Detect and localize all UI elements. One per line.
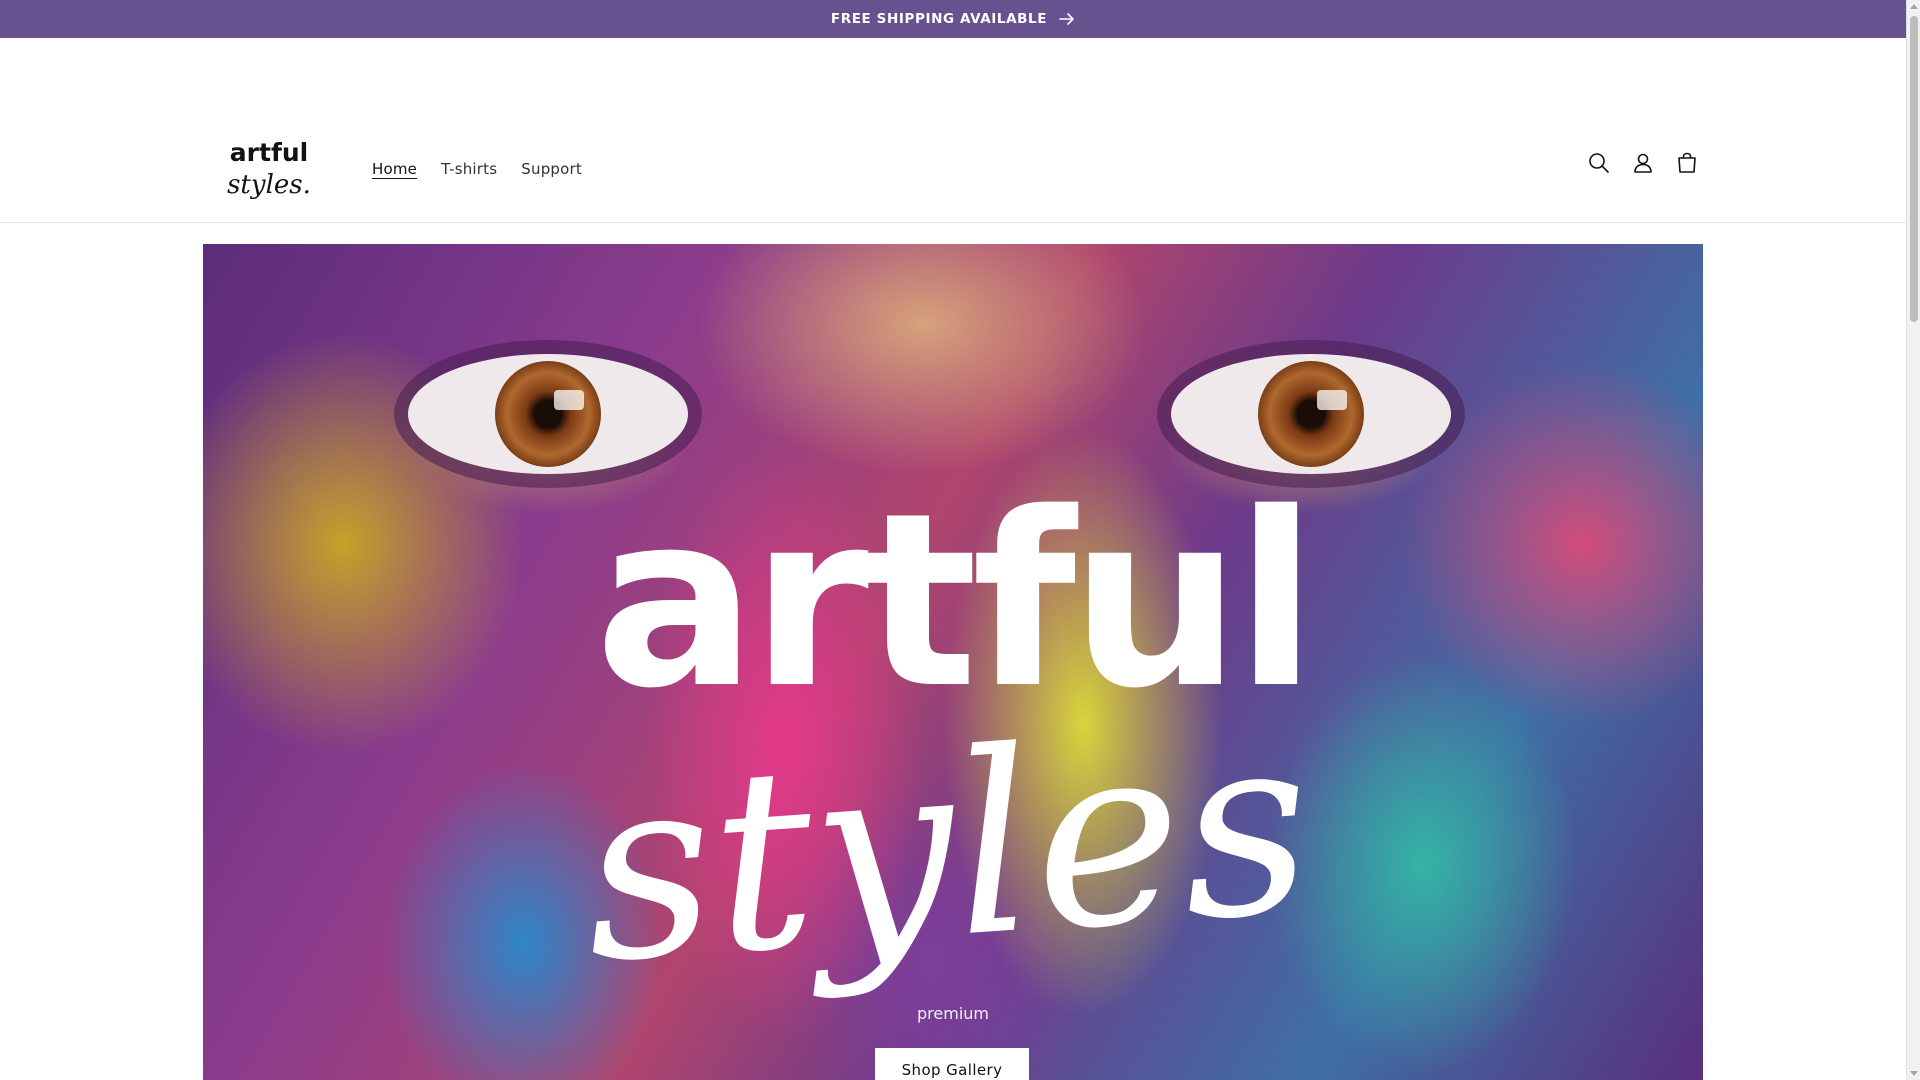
nav-item-support[interactable]: Support: [509, 156, 594, 182]
account-button[interactable]: [1628, 148, 1658, 178]
page: FREE SHIPPING AVAILABLE artful styles. H…: [0, 0, 1906, 1080]
account-icon: [1634, 153, 1652, 173]
search-button[interactable]: [1584, 148, 1614, 178]
nav-item-home[interactable]: Home: [372, 156, 429, 182]
scroll-down-icon[interactable]: [1910, 1071, 1918, 1076]
page-scrollbar[interactable]: [1906, 0, 1920, 1080]
hero-banner: artful styles premium Shop Gallery: [203, 244, 1703, 1080]
hero-brand-logo: artful styles: [575, 461, 1320, 1018]
arrow-right-icon: [1059, 13, 1074, 25]
svg-text:styles: styles: [575, 677, 1320, 1018]
main-nav: Home T-shirts Support: [372, 156, 594, 182]
svg-text:artful: artful: [230, 138, 308, 167]
svg-text:styles.: styles.: [227, 170, 311, 199]
scroll-thumb[interactable]: [1910, 16, 1918, 322]
site-header: artful styles. Home T-shirts Support: [0, 38, 1906, 223]
announcement-text: FREE SHIPPING AVAILABLE: [830, 11, 1048, 27]
cart-button[interactable]: [1672, 148, 1702, 178]
hero-subheading: premium: [917, 1004, 989, 1023]
site-logo[interactable]: artful styles.: [219, 137, 319, 199]
nav-item-tshirts[interactable]: T-shirts: [429, 156, 509, 182]
shop-gallery-button[interactable]: Shop Gallery: [875, 1048, 1029, 1080]
search-icon: [1589, 153, 1609, 173]
header-actions: [1584, 148, 1702, 178]
announcement-link[interactable]: FREE SHIPPING AVAILABLE: [831, 11, 1075, 27]
announcement-bar: FREE SHIPPING AVAILABLE: [0, 0, 1906, 38]
cart-icon: [1678, 152, 1696, 173]
scroll-up-icon[interactable]: [1910, 4, 1918, 9]
